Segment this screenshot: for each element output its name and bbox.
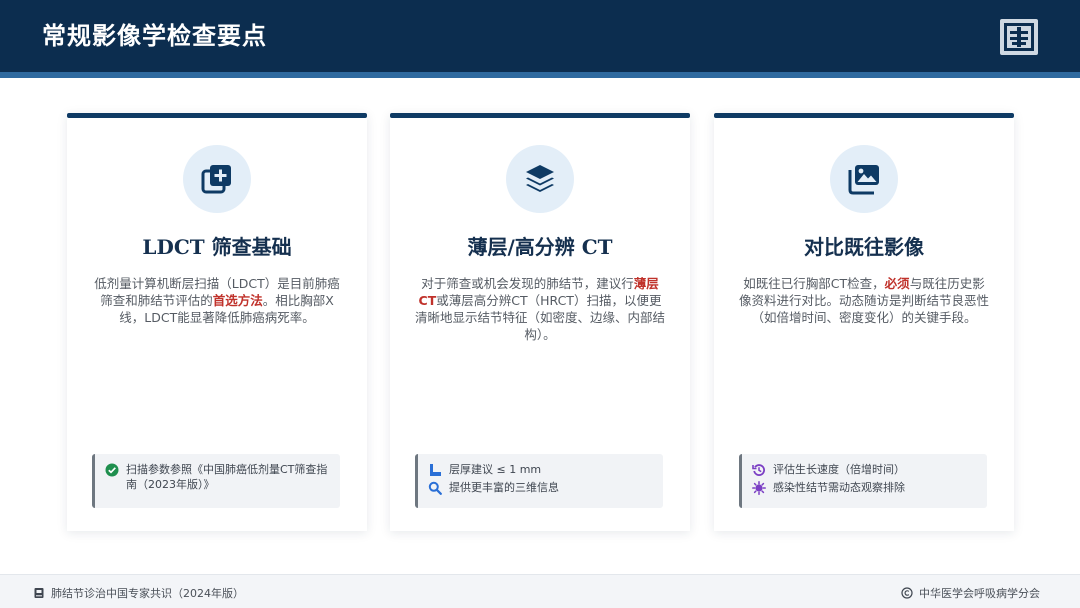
desc-text: 或薄层高分辨CT（HRCT）扫描，以便更清晰地显示结节特征（如密度、边缘、内部结… <box>414 293 665 342</box>
desc-highlight: 首选方法 <box>212 293 263 308</box>
card-title: 对比既往影像 <box>804 235 924 259</box>
virus-icon <box>752 481 766 495</box>
card-description: 对于筛查或机会发现的肺结节，建议行薄层CT或薄层高分辨CT（HRCT）扫描，以便… <box>414 275 666 343</box>
note-text: 评估生长速度（倍增时间） <box>773 463 905 476</box>
footer-copyright: 中华医学会呼吸病学分会 <box>901 585 1040 601</box>
header-bar: 常规影像学检查要点 <box>0 0 1080 72</box>
magnifier-icon <box>428 481 442 495</box>
card-note: 评估生长速度（倍增时间） 感染性结节需动态观察排除 <box>739 454 987 508</box>
note-item: 评估生长速度（倍增时间） <box>752 462 979 477</box>
images-icon <box>848 165 879 195</box>
footer-source: 肺结节诊治中国专家共识（2024年版） <box>33 585 244 601</box>
card-ldct: LDCT 筛查基础 低剂量计算机断层扫描（LDCT）是目前肺癌筛查和肺结节评估的… <box>67 113 367 531</box>
note-item: 层厚建议 ≤ 1 mm <box>428 462 655 477</box>
note-text: 扫描参数参照《中国肺癌低剂量CT筛查指南（2023年版）》 <box>126 463 328 491</box>
desc-highlight: 必须 <box>884 276 910 291</box>
card-icon-badge <box>506 145 574 213</box>
note-item: 感染性结节需动态观察排除 <box>752 480 979 495</box>
page-title: 常规影像学检查要点 <box>42 22 267 50</box>
card-icon-badge <box>183 145 251 213</box>
card-title: LDCT 筛查基础 <box>142 235 292 259</box>
copyright-icon <box>901 587 913 599</box>
hospital-emblem-icon <box>1000 19 1038 55</box>
note-item: 扫描参数参照《中国肺癌低剂量CT筛查指南（2023年版）》 <box>105 462 332 492</box>
check-circle-icon <box>105 463 119 477</box>
card-top-bar <box>67 113 367 118</box>
ruler-icon <box>430 464 441 476</box>
footer-copyright-text: 中华医学会呼吸病学分会 <box>919 587 1040 600</box>
desc-text: 如既往已行胸部CT检查， <box>743 276 885 291</box>
footer-source-text: 肺结节诊治中国专家共识（2024年版） <box>51 587 244 600</box>
card-note: 扫描参数参照《中国肺癌低剂量CT筛查指南（2023年版）》 <box>92 454 340 508</box>
note-text: 提供更丰富的三维信息 <box>449 481 559 494</box>
card-description: 如既往已行胸部CT检查，必须与既往历史影像资料进行对比。动态随访是判断结节良恶性… <box>738 275 990 326</box>
header-accent-stripe <box>0 72 1080 78</box>
image-plus-icon <box>201 165 231 194</box>
card-note: 层厚建议 ≤ 1 mm 提供更丰富的三维信息 <box>415 454 663 508</box>
card-compare-history: 对比既往影像 如既往已行胸部CT检查，必须与既往历史影像资料进行对比。动态随访是… <box>714 113 1014 531</box>
card-top-bar <box>390 113 690 118</box>
card-icon-badge <box>830 145 898 213</box>
card-top-bar <box>714 113 1014 118</box>
note-item: 提供更丰富的三维信息 <box>428 480 655 495</box>
note-text: 层厚建议 ≤ 1 mm <box>449 463 542 476</box>
book-icon <box>34 588 44 598</box>
layers-icon <box>526 165 554 192</box>
history-icon <box>752 464 765 476</box>
footer-bar: 肺结节诊治中国专家共识（2024年版） 中华医学会呼吸病学分会 <box>0 574 1080 608</box>
card-title: 薄层/高分辨 CT <box>467 235 613 259</box>
card-thin-slice-ct: 薄层/高分辨 CT 对于筛查或机会发现的肺结节，建议行薄层CT或薄层高分辨CT（… <box>390 113 690 531</box>
note-text: 感染性结节需动态观察排除 <box>773 481 905 494</box>
desc-text: 对于筛查或机会发现的肺结节，建议行 <box>421 276 634 291</box>
card-description: 低剂量计算机断层扫描（LDCT）是目前肺癌筛查和肺结节评估的首选方法。相比胸部X… <box>91 275 343 326</box>
